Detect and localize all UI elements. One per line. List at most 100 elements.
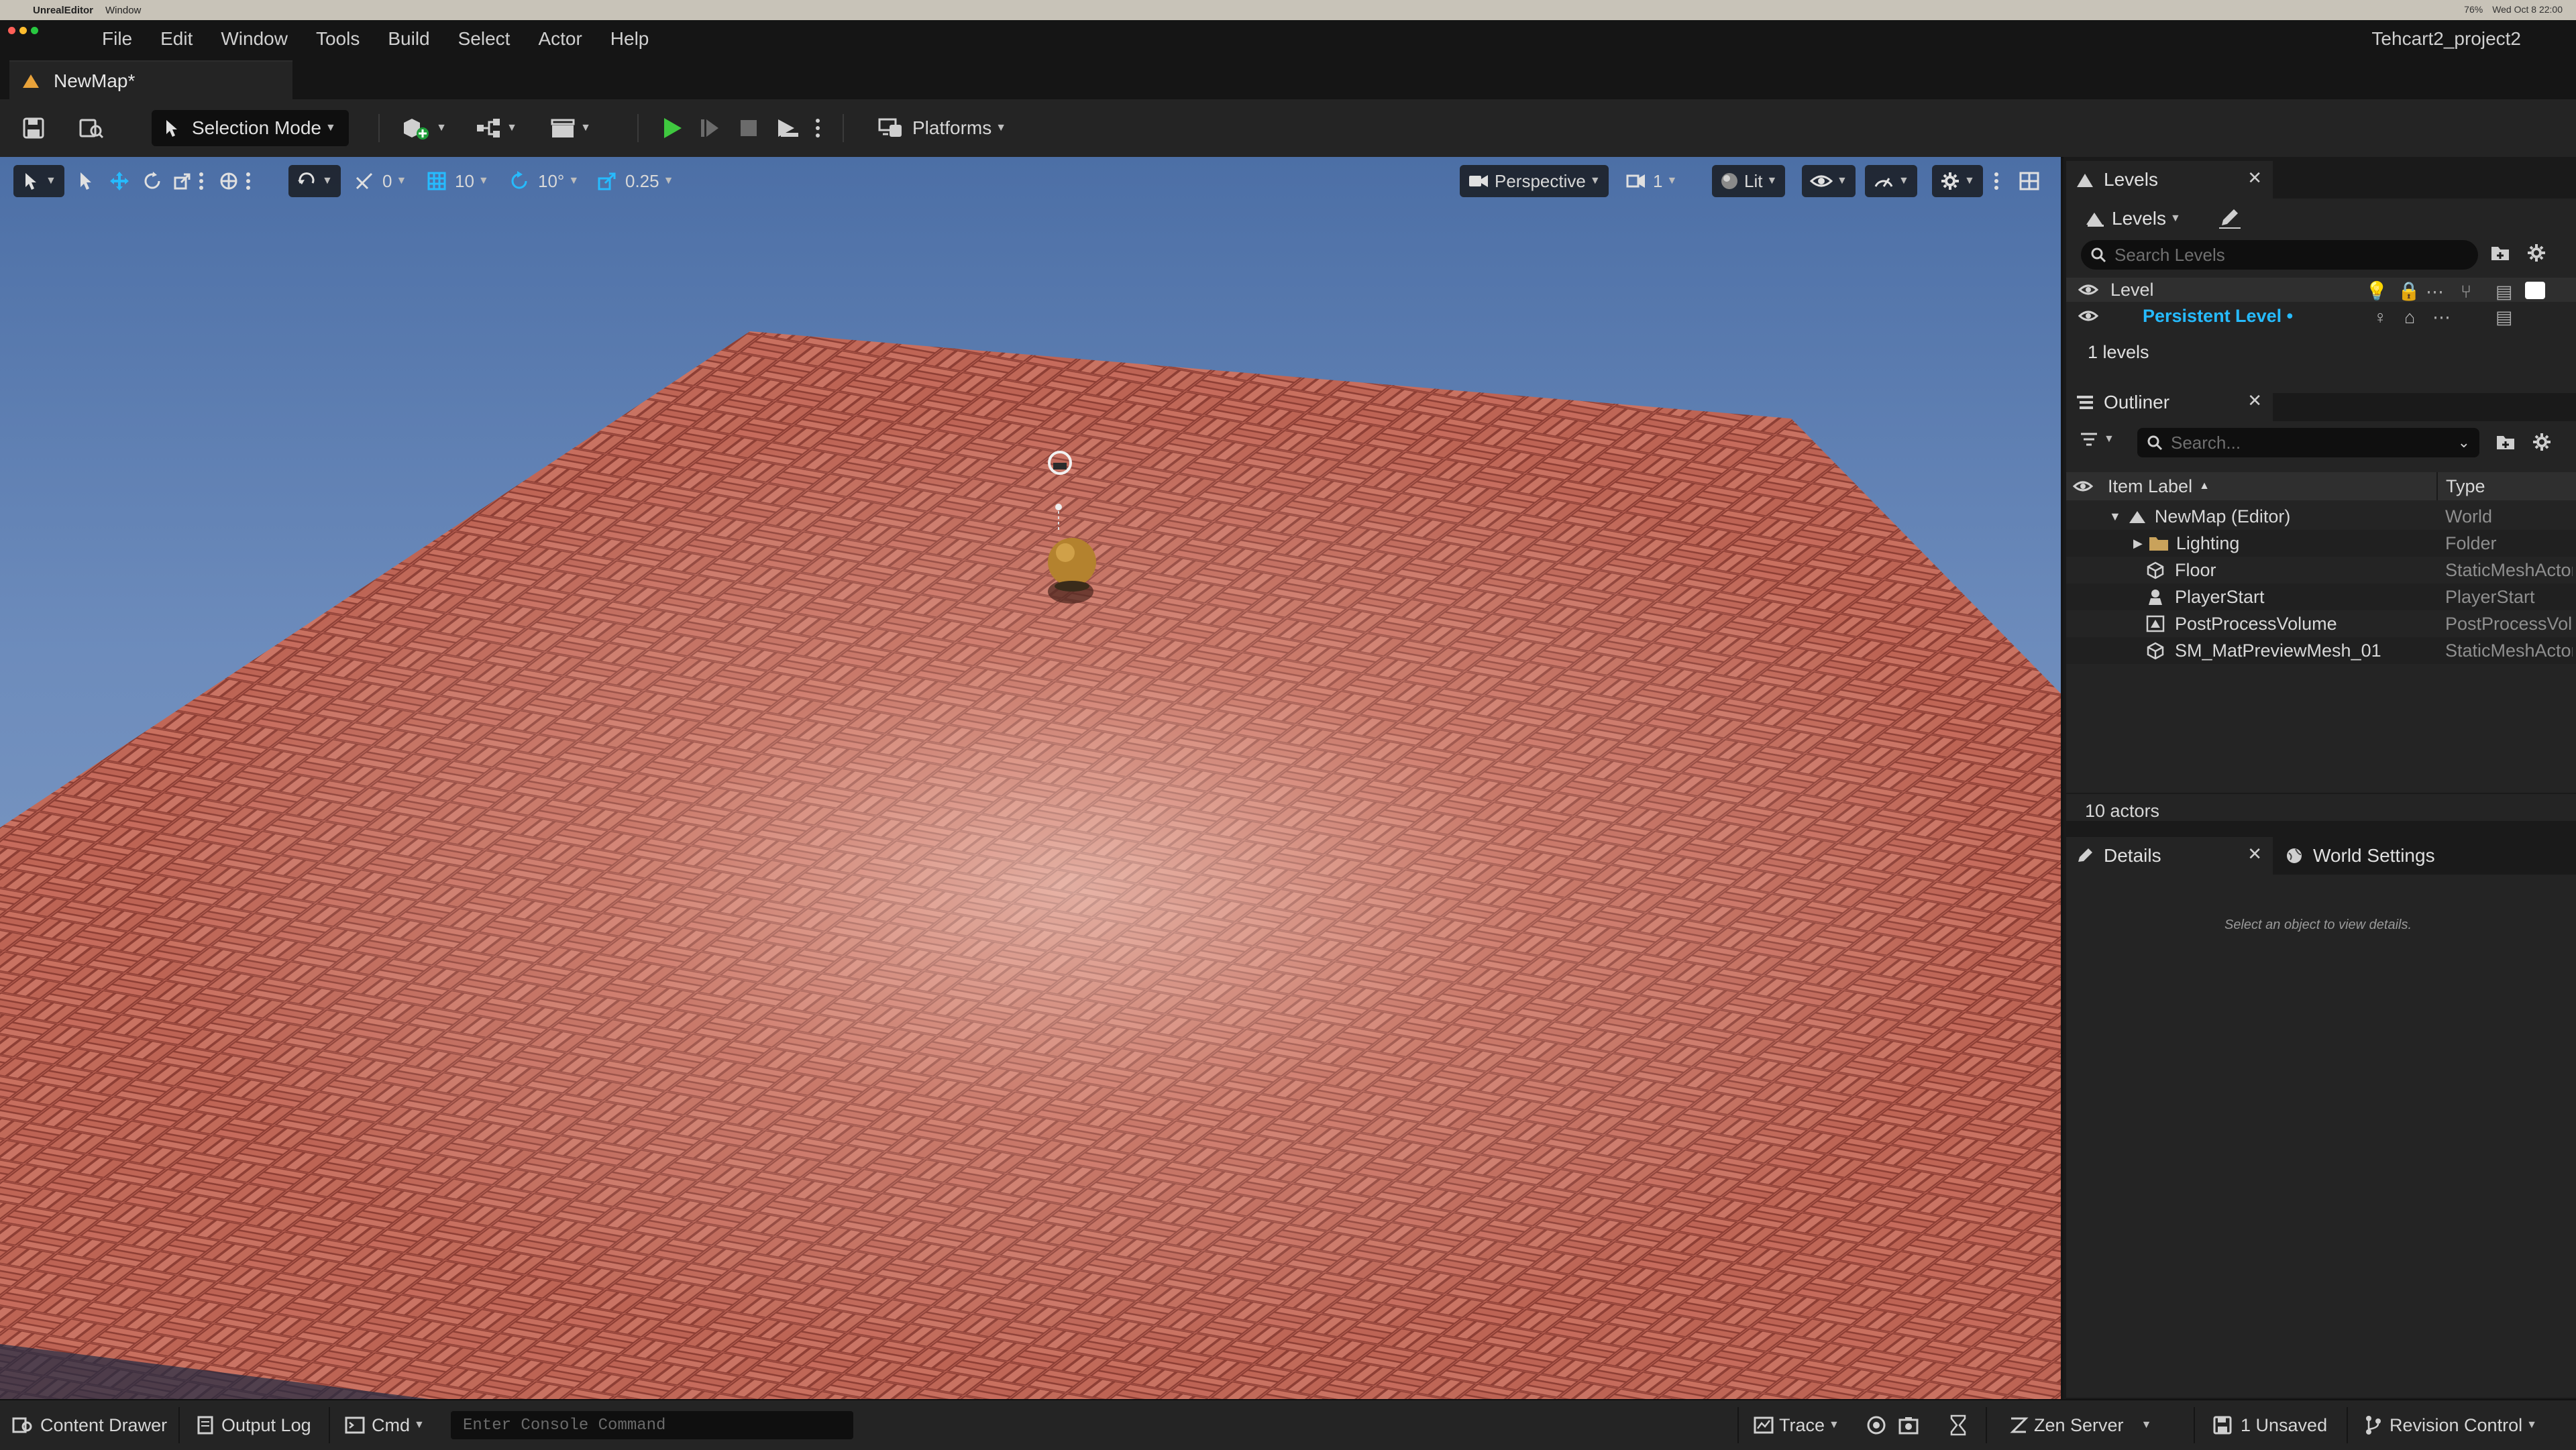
menu-build[interactable]: Build: [388, 28, 444, 50]
outliner-row-postprocess[interactable]: PostProcessVolume PostProcessVolume: [2066, 610, 2576, 637]
tab-world-settings[interactable]: World Settings: [2285, 837, 2435, 875]
menu-actor[interactable]: Actor: [538, 28, 596, 50]
eye-icon[interactable]: [2078, 309, 2098, 323]
menu-tools[interactable]: Tools: [316, 28, 374, 50]
menu-help[interactable]: Help: [610, 28, 664, 50]
lit-mode-dropdown[interactable]: Lit ▼: [1712, 165, 1786, 197]
content-drawer-button[interactable]: Content Drawer: [12, 1410, 167, 1441]
chevron-down-icon[interactable]: ⌄: [2458, 434, 2470, 451]
close-window-button[interactable]: [8, 27, 15, 34]
trace-dropdown[interactable]: Trace ▼: [1754, 1410, 1839, 1441]
scale-snap-button[interactable]: 0.25 ▼: [597, 165, 674, 197]
platforms-dropdown[interactable]: Platforms ▼: [877, 110, 1006, 146]
tab-newmap[interactable]: NewMap*: [9, 60, 292, 101]
expand-arrow-icon[interactable]: ▼: [2109, 510, 2121, 524]
close-icon[interactable]: ✕: [2247, 844, 2262, 865]
viewport-layout-button[interactable]: [2019, 165, 2039, 197]
selection-mode-dropdown[interactable]: Selection Mode ▼: [152, 110, 349, 146]
derived-data-button[interactable]: [1949, 1410, 1967, 1441]
levels-settings-button[interactable]: [2526, 243, 2546, 268]
menu-file[interactable]: File: [102, 28, 147, 50]
browse-content-button[interactable]: [72, 109, 110, 148]
camera-speed-button[interactable]: 1 ▼: [1626, 165, 1677, 197]
os-window-menu[interactable]: Window: [105, 5, 141, 16]
translate-tool-button[interactable]: [109, 165, 130, 197]
output-log-button[interactable]: Output Log: [196, 1410, 311, 1441]
scale-tool-button[interactable]: [173, 165, 192, 197]
menu-select[interactable]: Select: [458, 28, 525, 50]
viewport-more-button[interactable]: [1994, 165, 1999, 197]
close-icon[interactable]: ✕: [2247, 168, 2262, 188]
eject-button[interactable]: [769, 109, 806, 148]
cinematics-button[interactable]: ▼: [543, 109, 597, 148]
eye-icon[interactable]: [2073, 480, 2093, 493]
battery-percent[interactable]: 76%: [2464, 4, 2483, 15]
play-button[interactable]: [651, 109, 694, 148]
preview-mesh-sphere[interactable]: [1048, 538, 1096, 586]
levels-dropdown[interactable]: Levels ▼: [2085, 204, 2181, 233]
transform-more-button[interactable]: [199, 165, 204, 197]
more-options-button[interactable]: [246, 165, 251, 197]
levels-search-input[interactable]: [2113, 243, 2434, 266]
close-icon[interactable]: ✕: [2247, 390, 2262, 411]
eye-icon[interactable]: [2078, 283, 2098, 296]
levels-search[interactable]: [2081, 240, 2478, 270]
tab-details[interactable]: Details ✕: [2066, 837, 2273, 875]
unsaved-button[interactable]: 1 Unsaved: [2212, 1410, 2327, 1441]
add-level-button[interactable]: [2490, 243, 2510, 268]
revision-control-dropdown[interactable]: Revision Control ▼: [2364, 1410, 2537, 1441]
select-tool-button[interactable]: [78, 165, 95, 197]
level-viewport[interactable]: ▼ ▼ 0 ▼ 10 ▼ 10° ▼ 0.25 ▼ Perspective ▼ …: [0, 157, 2061, 1399]
streaming-icon[interactable]: ⋯: [2432, 307, 2451, 328]
outliner-row-world[interactable]: ▼ NewMap (Editor) World: [2066, 503, 2576, 530]
minimize-window-button[interactable]: [19, 27, 27, 34]
unlock-icon[interactable]: ⌂: [2404, 307, 2415, 328]
outliner-filter-button[interactable]: ▼: [2080, 431, 2114, 448]
type-column[interactable]: Type: [2446, 476, 2485, 497]
show-flags-dropdown[interactable]: ▼: [1802, 165, 1856, 197]
outliner-row-floor[interactable]: Floor StaticMeshActor: [2066, 557, 2576, 583]
outliner-row-lighting[interactable]: ▶ Lighting Folder: [2066, 530, 2576, 557]
viewport-settings-dropdown[interactable]: ▼: [1932, 165, 1983, 197]
save-button[interactable]: [15, 109, 52, 148]
outliner-settings-button[interactable]: [2532, 432, 2552, 457]
rotation-snap-button[interactable]: 10° ▼: [508, 165, 579, 197]
perspective-dropdown[interactable]: Perspective ▼: [1460, 165, 1609, 197]
rotate-tool-button[interactable]: [142, 165, 162, 197]
grid-snap-button[interactable]: 10 ▼: [427, 165, 489, 197]
screenshot-button[interactable]: [1898, 1410, 1919, 1441]
level-edit-button[interactable]: [2218, 207, 2242, 234]
record-button[interactable]: [1866, 1410, 1886, 1441]
os-app-name[interactable]: UnrealEditor: [33, 5, 93, 16]
surface-snap-button[interactable]: ▼: [288, 165, 341, 197]
performance-dropdown[interactable]: ▼: [1865, 165, 1917, 197]
menu-edit[interactable]: Edit: [160, 28, 207, 50]
os-clock[interactable]: Wed Oct 8 22:00: [2492, 4, 2563, 15]
advance-frame-button[interactable]: [691, 109, 729, 148]
add-actor-button[interactable]: ▼: [397, 109, 451, 148]
apple-icon[interactable]: [7, 6, 15, 15]
rotation-snap-count[interactable]: 0 ▼: [354, 165, 407, 197]
tab-levels[interactable]: Levels ✕: [2066, 161, 2273, 199]
outliner-row-playerstart[interactable]: PlayerStart PlayerStart: [2066, 583, 2576, 610]
lightbulb-outline-icon[interactable]: ♀: [2373, 307, 2387, 328]
play-options-button[interactable]: [808, 109, 828, 148]
item-label-column[interactable]: Item Label: [2108, 476, 2192, 497]
console-command-field[interactable]: [451, 1411, 853, 1439]
coordinate-system-button[interactable]: [219, 165, 239, 197]
tab-outliner[interactable]: Outliner ✕: [2066, 384, 2273, 421]
outliner-search[interactable]: ⌄: [2137, 428, 2479, 457]
cmd-dropdown[interactable]: Cmd ▼: [345, 1410, 425, 1441]
zoom-window-button[interactable]: [31, 27, 38, 34]
outliner-search-input[interactable]: [2169, 431, 2446, 454]
level-row-persistent[interactable]: Persistent Level • ♀ ⌂ ⋯ ▤: [2066, 303, 2576, 329]
menu-window[interactable]: Window: [221, 28, 303, 50]
stop-button[interactable]: [730, 109, 767, 148]
outliner-row-matpreview[interactable]: SM_MatPreviewMesh_01 StaticMeshActor: [2066, 637, 2576, 664]
add-folder-button[interactable]: [2496, 432, 2516, 457]
console-command-input[interactable]: [462, 1415, 840, 1435]
viewport-options-button[interactable]: ▼: [13, 165, 64, 197]
save-icon[interactable]: ▤: [2496, 307, 2513, 328]
blueprints-button[interactable]: ▼: [470, 109, 523, 148]
zen-server-dropdown[interactable]: Zen Server ▼: [2008, 1410, 2151, 1441]
